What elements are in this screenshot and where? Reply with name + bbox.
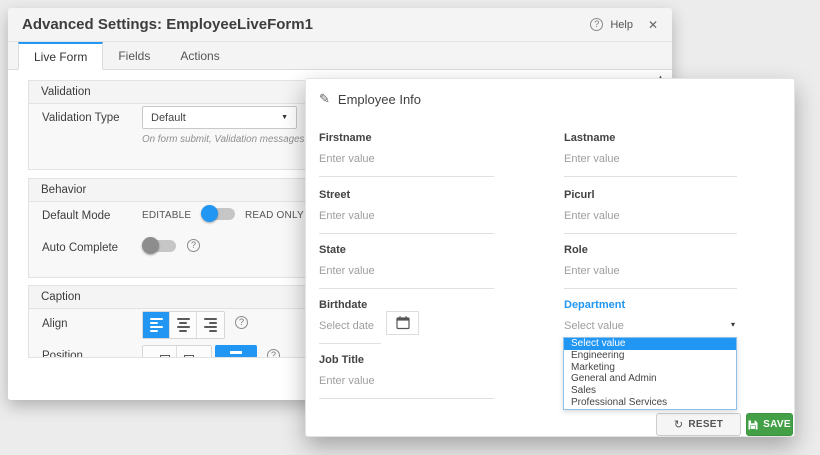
align-center-icon [177, 318, 190, 332]
dialog-title: Advanced Settings: EmployeeLiveForm1 [22, 16, 590, 33]
save-floppy-icon [748, 420, 758, 430]
dropdown-option-engineering[interactable]: Engineering [564, 350, 736, 362]
field-picurl: Picurl Enter value [564, 189, 737, 237]
dropdown-option-marketing[interactable]: Marketing [564, 362, 736, 374]
dropdown-option-general-and-admin[interactable]: General and Admin [564, 373, 736, 385]
position-button-group [142, 345, 212, 358]
caret-down-icon: ▾ [731, 320, 737, 332]
text-input-firstname[interactable]: Enter value [319, 153, 494, 177]
position-help-icon[interactable]: ? [267, 349, 280, 358]
field-box-icon [160, 355, 170, 359]
reset-icon: ↻ [674, 418, 684, 431]
field-label-state: State [319, 244, 494, 256]
field-label-department: Department [564, 299, 737, 311]
dropdown-option-sales[interactable]: Sales [564, 385, 736, 397]
save-button[interactable]: SAVE [746, 413, 793, 436]
close-icon[interactable]: ✕ [648, 18, 658, 32]
form-column-left: FirstnameEnter valueStreetEnter valueSta… [319, 79, 494, 436]
field-street: Street Enter value [319, 189, 494, 237]
align-right-button[interactable] [197, 312, 224, 338]
screen: Advanced Settings: EmployeeLiveForm1 ? H… [0, 0, 820, 455]
reset-button[interactable]: ↻ RESET [656, 413, 741, 436]
editable-label: EDITABLE [142, 210, 191, 221]
auto-complete-help-icon[interactable]: ? [187, 239, 200, 252]
caption-top-icon [230, 351, 242, 354]
text-input-street[interactable]: Enter value [319, 210, 494, 234]
field-birthdate: Birthdate Select date [319, 299, 494, 347]
field-role: Role Enter value [564, 244, 737, 292]
field-box-icon [184, 355, 194, 359]
position-right-button[interactable] [177, 346, 211, 358]
align-right-icon [204, 318, 217, 332]
department-dropdown: Select valueEngineeringMarketingGeneral … [563, 337, 737, 410]
tab-bar: Live FormFieldsActions [8, 42, 672, 70]
tab-live-form[interactable]: Live Form [18, 42, 103, 70]
field-firstname: Firstname Enter value [319, 132, 494, 180]
dropdown-option-professional-services[interactable]: Professional Services [564, 397, 736, 409]
save-button-label: SAVE [763, 419, 791, 430]
field-lastname: Lastname Enter value [564, 132, 737, 180]
validation-type-value: Default [151, 112, 186, 124]
tab-fields[interactable]: Fields [103, 42, 165, 70]
align-help-icon[interactable]: ? [235, 316, 248, 329]
field-label-job-title: Job Title [319, 354, 494, 366]
date-input-birthdate[interactable]: Select date [319, 320, 381, 344]
toggle-knob [201, 205, 218, 222]
dropdown-option-select-value[interactable]: Select value [564, 338, 736, 350]
position-left-button[interactable] [143, 346, 177, 358]
dialog-header-actions: ? Help ✕ [590, 18, 658, 32]
help-icon[interactable]: ? [590, 18, 603, 31]
calendar-icon [395, 315, 411, 331]
dialog-header: Advanced Settings: EmployeeLiveForm1 ? H… [8, 8, 672, 42]
text-input-lastname[interactable]: Enter value [564, 153, 737, 177]
select-arrow-icon: ▼ [281, 114, 288, 121]
auto-complete-toggle[interactable] [142, 237, 179, 255]
field-label-street: Street [319, 189, 494, 201]
field-job-title: Job Title Enter value [319, 354, 494, 402]
align-left-icon [150, 318, 163, 332]
text-input-role[interactable]: Enter value [564, 265, 737, 289]
field-label-lastname: Lastname [564, 132, 737, 144]
align-label: Align [42, 318, 68, 330]
field-label-birthdate: Birthdate [319, 299, 494, 311]
auto-complete-label: Auto Complete [42, 242, 118, 254]
align-center-button[interactable] [170, 312, 197, 338]
default-mode-label: Default Mode [42, 210, 110, 222]
reset-button-label: RESET [688, 419, 723, 430]
field-state: State Enter value [319, 244, 494, 292]
default-mode-toggle[interactable] [201, 205, 238, 223]
help-link[interactable]: Help [610, 19, 633, 31]
text-input-state[interactable]: Enter value [319, 265, 494, 289]
select-value: Select value [564, 320, 624, 332]
field-label-role: Role [564, 244, 737, 256]
align-button-group [142, 311, 225, 339]
field-label-picurl: Picurl [564, 189, 737, 201]
text-input-picurl[interactable]: Enter value [564, 210, 737, 234]
position-label: Position [42, 350, 83, 358]
validation-type-select[interactable]: Default ▼ [142, 106, 297, 129]
align-left-button[interactable] [143, 312, 170, 338]
employee-info-panel: ✎ Employee Info FirstnameEnter valueStre… [305, 78, 795, 437]
read-only-label: READ ONLY [245, 210, 304, 221]
field-label-firstname: Firstname [319, 132, 494, 144]
text-input-job-title[interactable]: Enter value [319, 375, 494, 399]
validation-type-label: Validation Type [42, 112, 120, 124]
calendar-button[interactable] [386, 311, 419, 335]
position-top-button[interactable] [215, 345, 257, 358]
tab-actions[interactable]: Actions [165, 42, 234, 70]
toggle-knob [142, 237, 159, 254]
